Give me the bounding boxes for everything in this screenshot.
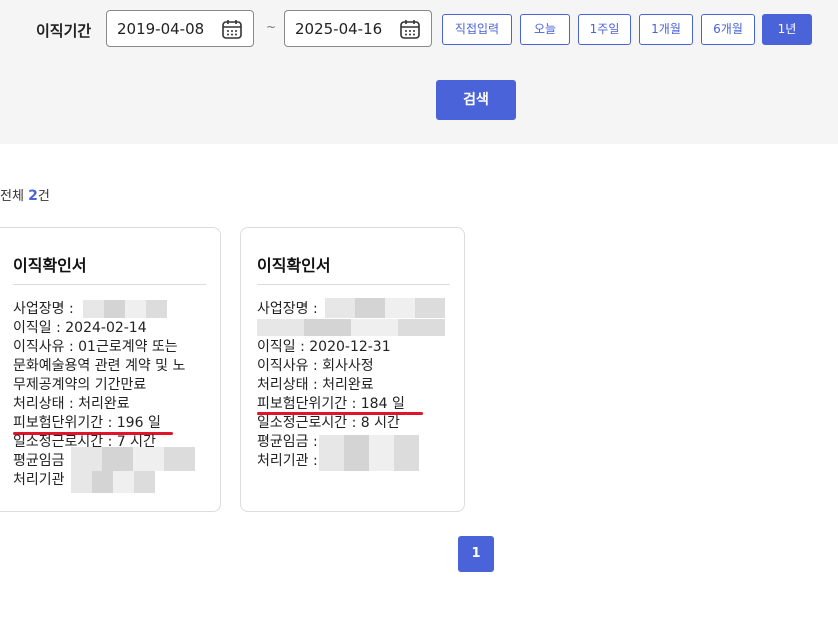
redacted-block bbox=[319, 435, 419, 471]
card-field-status: 처리상태 : 처리완료 bbox=[13, 396, 130, 412]
card-field-reason: 이직사유 : 회사사정 bbox=[257, 358, 374, 374]
card-title: 이직확인서 bbox=[257, 256, 331, 275]
redacted-block bbox=[325, 298, 445, 318]
range-button-1month[interactable]: 1개월 bbox=[639, 14, 693, 45]
range-button-6months[interactable]: 6개월 bbox=[701, 14, 755, 45]
card-field-work-hours: 일소정근로시간 : 8 시간 bbox=[257, 415, 400, 431]
range-button-1year[interactable]: 1년 bbox=[762, 14, 812, 45]
card-field-workplace: 사업장명 : bbox=[257, 301, 318, 317]
total-prefix: 전체 bbox=[0, 189, 29, 204]
card-field-avg-wage: 평균임금 : bbox=[257, 434, 318, 450]
card-field-agency: 처리기관 bbox=[13, 472, 65, 488]
total-suffix: 건 bbox=[37, 189, 50, 204]
calendar-icon[interactable] bbox=[221, 18, 243, 40]
card-field-avg-wage: 평균임금 bbox=[13, 453, 65, 469]
card-field-leave-date: 이직일 : 2024-02-14 bbox=[13, 320, 147, 336]
redacted-block bbox=[83, 300, 167, 318]
result-card[interactable]: 이직확인서 사업장명 : 이직일 : 2020-12-31 이직사유 : 회사사… bbox=[240, 227, 465, 512]
period-label: 이직기간 bbox=[36, 22, 92, 40]
range-button-today[interactable]: 오늘 bbox=[520, 14, 570, 45]
card-title: 이직확인서 bbox=[13, 256, 87, 275]
card-divider bbox=[13, 284, 206, 285]
calendar-icon[interactable] bbox=[399, 18, 421, 40]
redacted-block bbox=[71, 471, 155, 493]
card-field-reason-cont: 문화예술용역 관련 계약 및 노 bbox=[13, 358, 186, 374]
card-field-status: 처리상태 : 처리완료 bbox=[257, 377, 374, 393]
card-field-workplace: 사업장명 : bbox=[13, 301, 74, 317]
result-total: 전체 2건 bbox=[0, 185, 50, 204]
page-button-current[interactable]: 1 bbox=[458, 536, 494, 572]
redacted-block bbox=[257, 319, 445, 336]
filter-panel: 이직기간 2019-04-08 ~ 2025-04-16 직접입력 오늘 1주일… bbox=[0, 0, 838, 144]
card-field-reason: 이직사유 : 01근로계약 또는 bbox=[13, 339, 178, 355]
card-field-agency: 처리기관 : bbox=[257, 453, 318, 469]
card-field-leave-date: 이직일 : 2020-12-31 bbox=[257, 339, 391, 355]
card-divider bbox=[257, 284, 450, 285]
search-button[interactable]: 검색 bbox=[436, 80, 516, 120]
card-field-insured-period: 피보험단위기간 : 196 일 bbox=[13, 415, 161, 431]
total-count: 2 bbox=[28, 188, 38, 204]
redacted-block bbox=[71, 447, 195, 471]
range-button-direct[interactable]: 직접입력 bbox=[442, 14, 512, 45]
result-card[interactable]: 이직확인서 사업장명 : 이직일 : 2024-02-14 이직사유 : 01근… bbox=[0, 227, 221, 512]
range-button-1week[interactable]: 1주일 bbox=[578, 14, 631, 45]
date-separator: ~ bbox=[266, 20, 277, 34]
card-field-reason-cont: 무제공계약의 기간만료 bbox=[13, 377, 147, 393]
